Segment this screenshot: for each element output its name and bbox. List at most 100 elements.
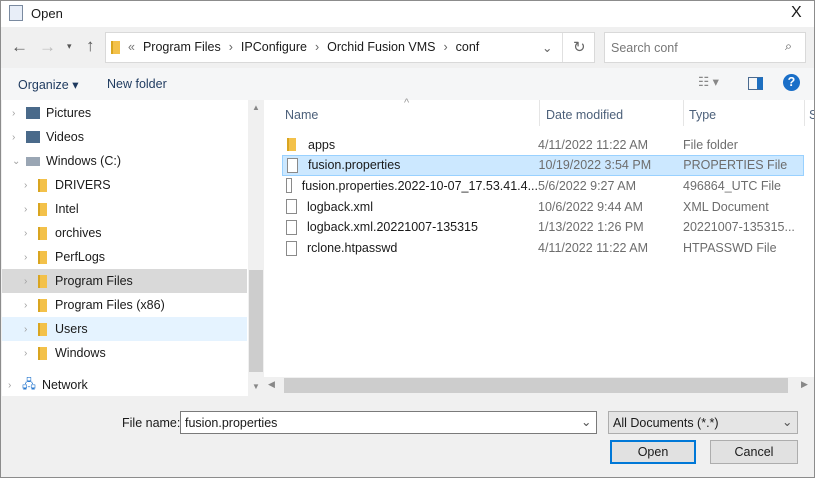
file-row[interactable]: fusion.properties.2022-10-07_17.53.41.4.… <box>282 175 804 196</box>
breadcrumb-item[interactable]: Program Files <box>143 40 221 54</box>
breadcrumb-overflow[interactable]: « <box>128 40 135 54</box>
folder-icon <box>38 274 47 288</box>
folder-icon <box>38 202 47 216</box>
sidebar-item[interactable]: › Program Files (x86) <box>2 293 247 317</box>
sidebar-item-label: Program Files <box>55 274 133 288</box>
file-row[interactable]: logback.xml 10/6/2022 9:44 AM XML Document <box>282 196 804 217</box>
search-box[interactable]: Search conf ⌕ <box>604 32 806 63</box>
open-button[interactable]: Open <box>610 440 696 464</box>
folder-icon <box>38 178 47 192</box>
sidebar-item[interactable]: › Users <box>2 317 247 341</box>
sidebar-item[interactable]: › PerfLogs <box>2 245 247 269</box>
breadcrumb-item[interactable]: Orchid Fusion VMS <box>327 40 435 54</box>
scrollbar-thumb[interactable] <box>249 270 263 372</box>
sidebar-item[interactable]: › DRIVERS <box>2 173 247 197</box>
file-date: 1/13/2022 1:26 PM <box>538 220 644 235</box>
file-name-input[interactable]: fusion.properties ⌄ <box>180 411 597 434</box>
folder-icon <box>111 41 120 54</box>
folder-icon <box>287 138 296 151</box>
sidebar-item[interactable]: › Windows <box>2 341 247 365</box>
expand-chevron-icon[interactable]: › <box>24 252 38 263</box>
recent-chevron-icon[interactable]: ▾ <box>67 41 72 52</box>
expand-chevron-icon[interactable]: › <box>24 204 38 215</box>
new-folder-button[interactable]: New folder <box>107 77 167 91</box>
sidebar-item-label: orchives <box>55 226 102 240</box>
file-type: File folder <box>683 137 738 152</box>
file-icon <box>287 157 298 173</box>
file-name: logback.xml.20221007-135315 <box>307 220 478 235</box>
preview-pane-icon[interactable] <box>748 77 763 90</box>
separator-icon: › <box>314 40 320 54</box>
sidebar-item[interactable]: › orchives <box>2 221 247 245</box>
sidebar-item[interactable]: ⌄ Windows (C:) <box>2 149 247 173</box>
sidebar-item[interactable]: › Program Files <box>2 269 247 293</box>
breadcrumb-item[interactable]: conf <box>456 40 480 54</box>
breadcrumb-item[interactable]: IPConfigure <box>241 40 307 54</box>
file-type: 496864_UTC File <box>683 178 781 193</box>
sidebar-item[interactable]: › Videos <box>2 125 247 149</box>
sidebar-item-label: Windows <box>55 346 106 360</box>
expand-chevron-icon[interactable]: › <box>24 180 38 191</box>
file-date: 4/11/2022 11:22 AM <box>538 241 649 255</box>
cancel-label: Cancel <box>734 445 774 459</box>
scroll-down-icon[interactable]: ▼ <box>252 382 260 391</box>
refresh-icon[interactable]: ↻ <box>573 38 586 56</box>
expand-chevron-icon[interactable]: › <box>24 348 38 359</box>
file-name: fusion.properties.2022-10-07_17.53.41.4.… <box>301 178 538 193</box>
sidebar-item-label: Pictures <box>46 106 92 120</box>
drive-icon <box>26 156 40 166</box>
horizontal-scrollbar[interactable]: ◀ ▶ <box>264 377 814 394</box>
search-input[interactable]: Search conf <box>611 41 678 55</box>
file-row[interactable]: logback.xml.20221007-135315 1/13/2022 1:2… <box>282 217 804 238</box>
file-icon <box>286 199 297 215</box>
folder-icon <box>38 226 47 240</box>
sidebar-item[interactable]: › Intel <box>2 197 247 221</box>
file-name-value: fusion.properties <box>185 416 278 430</box>
address-bar[interactable]: « Program Files › IPConfigure › Orchid Fus… <box>105 32 595 63</box>
column-header-size[interactable]: Size <box>809 108 814 122</box>
sidebar-item[interactable]: › 🖧 Network <box>2 373 247 397</box>
column-header-name[interactable]: Name <box>285 108 318 122</box>
expand-chevron-icon[interactable]: › <box>24 300 38 311</box>
chevron-down-icon: ⌄ <box>782 415 793 429</box>
scroll-left-icon[interactable]: ◀ <box>268 379 275 390</box>
file-type-value: All Documents (*.*) <box>613 416 719 430</box>
chevron-down-icon[interactable]: ⌄ <box>581 414 591 429</box>
title-bar: Open X <box>1 1 814 27</box>
separator-icon: › <box>228 40 233 54</box>
help-button[interactable]: ? <box>783 74 800 91</box>
back-icon[interactable]: ← <box>11 37 28 57</box>
view-options-icon[interactable]: ☷ ▾ <box>698 74 719 89</box>
address-dropdown-icon[interactable]: ⌄ <box>542 40 552 55</box>
organize-button[interactable]: Organize ▾ <box>18 77 78 92</box>
library-icon <box>26 131 40 143</box>
expand-chevron-icon[interactable]: › <box>12 132 26 143</box>
scroll-right-icon[interactable]: ▶ <box>801 379 808 390</box>
expand-chevron-icon[interactable]: ⌄ <box>12 156 26 167</box>
file-type-select[interactable]: All Documents (*.*) ⌄ <box>608 411 798 434</box>
file-type: PROPERTIES File <box>683 158 788 173</box>
file-row[interactable]: apps 4/11/2022 11:22 AM File folder <box>282 134 804 155</box>
file-row[interactable]: fusion.properties 10/19/2022 3:54 PM PROPE… <box>282 154 804 176</box>
expand-chevron-icon[interactable]: › <box>24 324 38 335</box>
file-row[interactable]: rclone.htpasswd 4/11/2022 11:22 AM HTPASSW… <box>282 238 804 259</box>
search-icon: ⌕ <box>785 39 793 53</box>
scroll-up-icon[interactable]: ▲ <box>252 103 260 112</box>
sidebar-item-label: Videos <box>46 130 84 144</box>
forward-icon[interactable]: → <box>39 37 56 57</box>
column-header-date[interactable]: Date modified <box>546 108 623 122</box>
library-icon <box>26 107 40 119</box>
column-header-type[interactable]: Type <box>689 108 716 122</box>
scrollbar-thumb[interactable] <box>284 378 788 393</box>
breadcrumb: « Program Files › IPConfigure › Orchid Fus… <box>128 40 479 54</box>
cancel-button[interactable]: Cancel <box>710 440 798 464</box>
expand-chevron-icon[interactable]: › <box>8 380 22 391</box>
close-button[interactable]: X <box>791 4 802 22</box>
expand-chevron-icon[interactable]: › <box>12 108 26 119</box>
nav-scrollbar[interactable]: ▲ ▼ <box>248 100 264 396</box>
sidebar-item[interactable]: › Pictures <box>2 101 247 125</box>
file-name-label: File name: <box>122 416 181 430</box>
expand-chevron-icon[interactable]: › <box>24 276 38 287</box>
up-icon[interactable]: ↑ <box>86 36 95 56</box>
expand-chevron-icon[interactable]: › <box>24 228 38 239</box>
